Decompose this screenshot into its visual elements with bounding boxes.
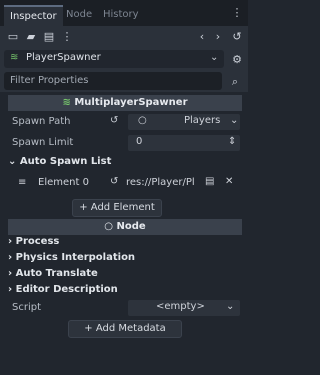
stepper-icon[interactable]: ⇕ — [228, 136, 236, 147]
element-0-row: ≡ Element 0 ↺ res://Player/Pl ▤ ✕ — [8, 173, 242, 193]
spawner-icon: ≋ — [10, 52, 19, 63]
file-icon[interactable]: ▤ — [205, 176, 214, 187]
reset-icon[interactable]: ↺ — [110, 115, 118, 126]
filter-row: Filter Properties ⌕ — [0, 70, 248, 92]
element-label: Element 0 — [38, 177, 89, 188]
spawner-icon: ≋ — [62, 97, 71, 108]
auto-translate-group[interactable]: › Auto Translate — [8, 266, 242, 282]
add-metadata-button[interactable]: + Add Metadata — [68, 320, 182, 338]
node-icon: ○ — [104, 221, 114, 232]
trash-icon[interactable]: ✕ — [225, 176, 233, 187]
object-name: PlayerSpawner — [26, 52, 101, 63]
filter-placeholder: Filter Properties — [10, 75, 89, 86]
spawn-path-field[interactable]: ○ Players — [128, 114, 240, 130]
spawn-limit-value: 0 — [136, 136, 143, 147]
auto-spawn-list-group[interactable]: ⌄ Auto Spawn List — [8, 154, 242, 170]
script-label: Script — [12, 302, 42, 313]
search-icon[interactable]: ⌕ — [228, 75, 242, 89]
spawn-path-property: Spawn Path ↺ ○ Players ⌄ — [8, 112, 242, 132]
object-selector[interactable]: ≋ PlayerSpawner ⌄ — [4, 50, 224, 68]
spawn-path-label: Spawn Path — [12, 116, 71, 127]
plus-icon: + — [84, 323, 96, 334]
editor-description-group[interactable]: › Editor Description — [8, 282, 242, 298]
back-icon[interactable]: ‹ — [195, 30, 209, 44]
tab-inspector[interactable]: Inspector — [4, 5, 63, 26]
reset-icon[interactable]: ↺ — [110, 176, 118, 187]
script-property: Script <empty> ⌄ — [8, 298, 242, 318]
save-icon[interactable]: ▤ — [42, 30, 56, 44]
new-resource-icon[interactable]: ▭ — [6, 30, 20, 44]
spawn-path-value: Players — [184, 115, 221, 126]
extra-options-icon[interactable]: ⋮ — [60, 30, 74, 44]
filter-properties-input[interactable]: Filter Properties — [4, 72, 222, 90]
script-value: <empty> — [156, 301, 205, 312]
node-title: Node — [116, 221, 146, 232]
physics-interpolation-group[interactable]: › Physics Interpolation — [8, 250, 242, 266]
group-label: Process — [15, 236, 60, 247]
process-group[interactable]: › Process — [8, 234, 242, 250]
object-selector-row: ≋ PlayerSpawner ⌄ ⚙ — [0, 48, 248, 70]
chevron-down-icon: ⌄ — [8, 156, 17, 167]
chevron-right-icon: › — [8, 284, 13, 295]
menu-icon[interactable]: ⋮ — [230, 6, 244, 20]
plus-icon: + — [79, 202, 91, 213]
chevron-right-icon: › — [8, 268, 13, 279]
script-field[interactable]: <empty> ⌄ — [128, 300, 240, 316]
chevron-down-icon[interactable]: ⌄ — [226, 301, 234, 312]
element-value[interactable]: res://Player/Pl — [126, 177, 195, 188]
forward-icon[interactable]: › — [211, 30, 225, 44]
drag-handle-icon[interactable]: ≡ — [18, 177, 26, 188]
tab-node[interactable]: Node — [66, 5, 92, 26]
multiplayer-spawner-title: MultiplayerSpawner — [74, 97, 188, 108]
object-docs-icon[interactable]: ⚙ — [230, 53, 244, 67]
history-icon[interactable]: ↺ — [230, 30, 244, 44]
add-element-label: Add Element — [90, 202, 155, 213]
tab-bar: Inspector Node History ⋮ — [0, 0, 248, 26]
group-label: Physics Interpolation — [15, 252, 136, 263]
chevron-right-icon: › — [8, 236, 13, 247]
group-label: Auto Translate — [15, 268, 98, 279]
node-icon: ○ — [138, 115, 147, 126]
node-header[interactable]: ○ Node — [8, 219, 242, 235]
chevron-down-icon[interactable]: ⌄ — [230, 115, 238, 126]
add-metadata-label: Add Metadata — [95, 323, 166, 334]
inspector-toolbar: ▭ ▰ ▤ ⋮ ‹ › ↺ — [0, 26, 248, 48]
spawn-limit-property: Spawn Limit 0 ⇕ — [8, 133, 242, 153]
auto-spawn-list-label: Auto Spawn List — [19, 156, 112, 167]
tab-history[interactable]: History — [103, 5, 139, 26]
multiplayer-spawner-header[interactable]: ≋ MultiplayerSpawner — [8, 95, 242, 111]
chevron-down-icon: ⌄ — [210, 52, 219, 63]
spawn-limit-field[interactable]: 0 ⇕ — [128, 135, 240, 151]
chevron-right-icon: › — [8, 252, 13, 263]
group-label: Editor Description — [15, 284, 118, 295]
add-element-button[interactable]: + Add Element — [72, 199, 162, 217]
spawn-limit-label: Spawn Limit — [12, 137, 74, 148]
open-folder-icon[interactable]: ▰ — [24, 30, 38, 44]
